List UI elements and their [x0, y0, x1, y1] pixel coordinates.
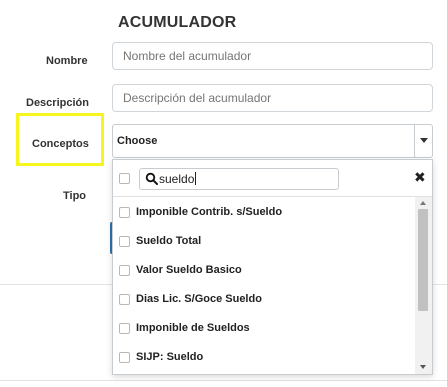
conceptos-label: Conceptos — [32, 138, 89, 150]
descripcion-label: Descripción — [26, 97, 89, 109]
option-checkbox[interactable] — [119, 265, 130, 276]
scroll-up-arrow-icon[interactable] — [420, 201, 426, 205]
option-list: Imponible Contrib. s/Sueldo Sueldo Total… — [113, 197, 415, 374]
text-cursor — [195, 172, 197, 185]
option-label: Sueldo Total — [136, 235, 202, 247]
conceptos-select-toggle[interactable] — [414, 125, 432, 157]
dropdown-search-input[interactable]: sueldo — [139, 168, 339, 190]
option-checkbox[interactable] — [119, 352, 130, 363]
option-label: Imponible Contrib. s/Sueldo — [136, 206, 283, 218]
divider — [0, 380, 447, 381]
option-item[interactable]: Imponible Contrib. s/Sueldo — [113, 197, 415, 226]
select-all-checkbox[interactable] — [119, 173, 130, 184]
page-title: ACUMULADOR — [118, 14, 237, 31]
scroll-down-arrow-icon[interactable] — [420, 365, 426, 369]
option-item[interactable]: Imponible de Sueldos — [113, 313, 415, 342]
scroll-thumb[interactable] — [418, 209, 428, 311]
option-label: Valor Sueldo Basico — [136, 264, 242, 276]
conceptos-dropdown: sueldo ✖ Imponible Contrib. s/Sueldo Sue… — [112, 159, 433, 375]
option-label: Dias Lic. S/Goce Sueldo — [136, 293, 262, 305]
conceptos-select[interactable]: Choose — [112, 124, 433, 158]
option-item[interactable]: Valor Sueldo Basico — [113, 255, 415, 284]
dropdown-scrollbar[interactable] — [415, 197, 432, 374]
chevron-down-icon — [420, 138, 428, 143]
conceptos-select-value: Choose — [117, 135, 158, 147]
search-value: sueldo — [159, 172, 195, 186]
option-item[interactable]: SIJP: Sueldo — [113, 342, 415, 371]
option-label: Imponible de Sueldos — [136, 322, 250, 334]
search-icon — [145, 172, 158, 185]
option-checkbox[interactable] — [119, 323, 130, 334]
option-item[interactable]: Sueldo Total — [113, 226, 415, 255]
option-label: SIJP: Sueldo — [136, 351, 204, 363]
nombre-label: Nombre — [46, 55, 88, 67]
descripcion-input[interactable] — [112, 84, 433, 112]
option-checkbox[interactable] — [119, 207, 130, 218]
dropdown-header: sueldo ✖ — [113, 160, 432, 197]
option-item[interactable]: Dias Lic. S/Goce Sueldo — [113, 284, 415, 313]
tipo-label: Tipo — [63, 190, 87, 202]
option-checkbox[interactable] — [119, 236, 130, 247]
accumulator-form: ACUMULADOR Nombre Descripción Conceptos … — [0, 0, 447, 387]
nombre-input[interactable] — [112, 42, 433, 70]
search-text: sueldo — [159, 172, 197, 186]
close-icon[interactable]: ✖ — [414, 170, 426, 184]
option-checkbox[interactable] — [119, 294, 130, 305]
